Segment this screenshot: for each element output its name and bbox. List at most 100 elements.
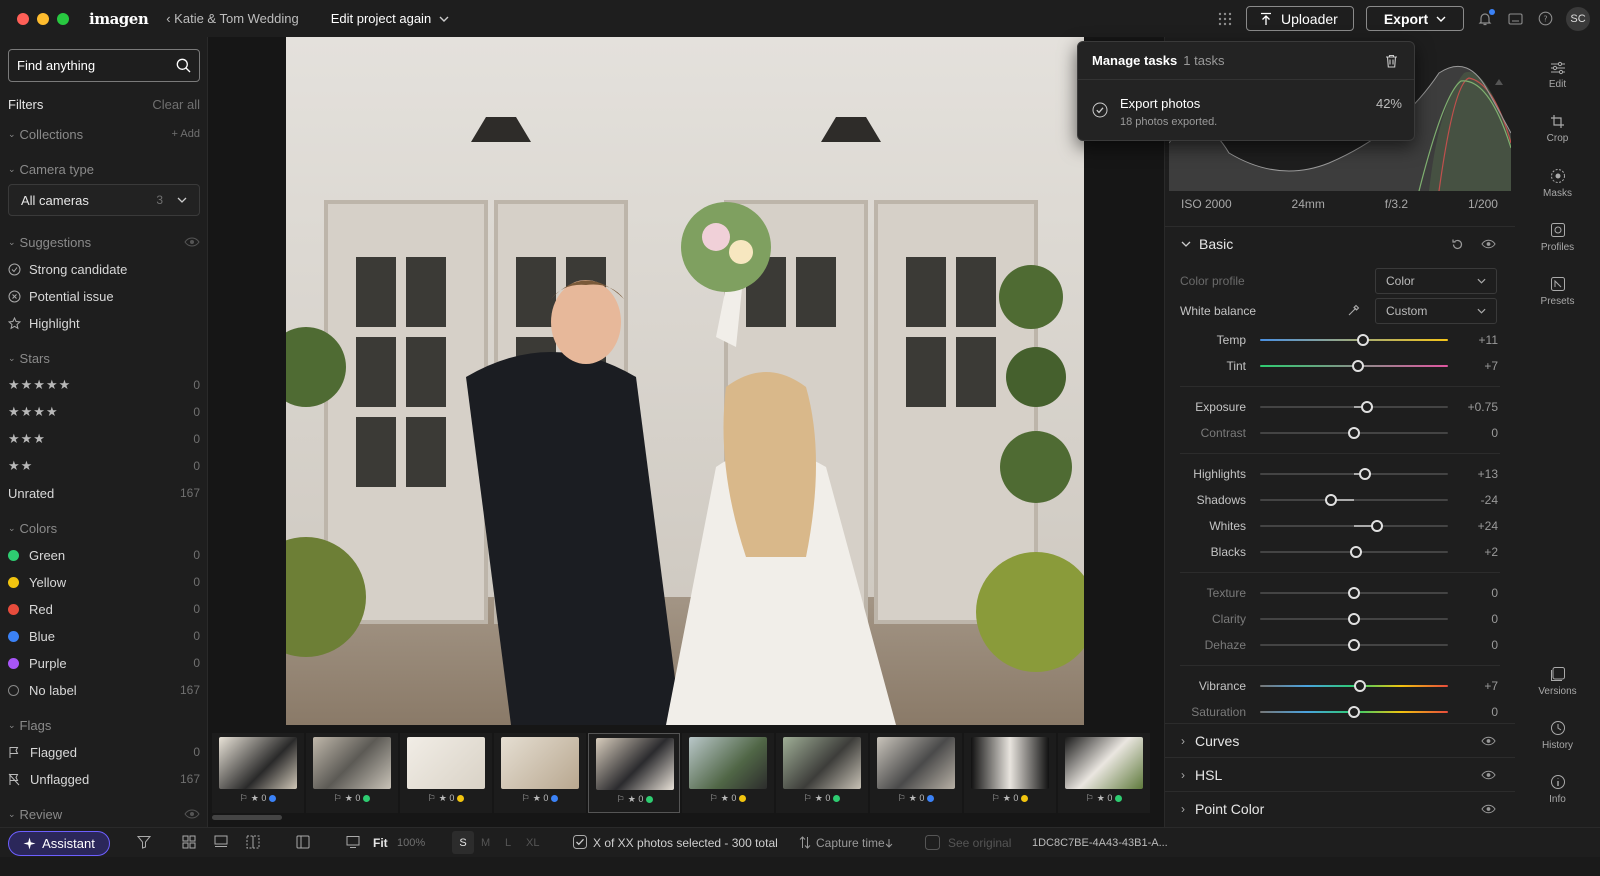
thumbnail[interactable]: ⚐ ★ 0	[306, 733, 398, 813]
slider-texture[interactable]: Texture 0	[1165, 581, 1515, 605]
slider-whites[interactable]: Whites +24	[1165, 514, 1515, 538]
slider-handle[interactable]	[1357, 334, 1370, 346]
color-filter-green[interactable]: Green 0	[0, 544, 207, 566]
slider-track[interactable]	[1260, 639, 1448, 651]
eye-icon[interactable]	[1481, 804, 1496, 814]
slider-contrast[interactable]: Contrast 0	[1165, 421, 1515, 445]
colors-section[interactable]: ⌄ Colors	[0, 517, 207, 539]
slider-handle[interactable]	[1349, 546, 1362, 558]
slider-track[interactable]	[1260, 520, 1448, 532]
sort-dropdown[interactable]: Capture time	[816, 836, 885, 850]
photo-viewer[interactable]	[208, 37, 1164, 733]
see-original-toggle[interactable]: See original	[948, 836, 1011, 850]
slider-clarity[interactable]: Clarity 0	[1165, 607, 1515, 631]
eye-icon[interactable]	[1481, 736, 1496, 746]
thumbnail[interactable]: ⚐ ★ 0	[776, 733, 868, 813]
tool-edit[interactable]: Edit	[1515, 51, 1600, 99]
slider-handle[interactable]	[1348, 587, 1360, 599]
eye-icon[interactable]	[184, 809, 200, 819]
checkbox-checked-icon[interactable]	[573, 835, 587, 849]
close-window-button[interactable]	[17, 12, 29, 25]
help-icon[interactable]: ?	[1536, 10, 1554, 28]
bell-icon[interactable]	[1476, 8, 1495, 28]
uploader-button[interactable]: Uploader	[1246, 6, 1354, 31]
slider-handle[interactable]	[1361, 401, 1374, 413]
zoom-level[interactable]: 100%	[397, 837, 425, 849]
breadcrumb-back[interactable]: ‹ Katie & Tom Wedding	[166, 11, 298, 26]
slider-track[interactable]	[1260, 706, 1448, 718]
eye-icon[interactable]	[1481, 239, 1496, 249]
slider-track[interactable]	[1260, 334, 1448, 346]
color-filter-yellow[interactable]: Yellow 0	[0, 571, 207, 593]
suggestions-section[interactable]: ⌄ Suggestions	[0, 231, 207, 253]
reset-icon[interactable]	[1451, 238, 1464, 251]
tool-versions[interactable]: Versions	[1515, 657, 1600, 705]
apps-grid-icon[interactable]	[1216, 10, 1234, 28]
slider-dehaze[interactable]: Dehaze 0	[1165, 633, 1515, 657]
flags-section[interactable]: ⌄ Flags	[0, 714, 207, 736]
slider-track[interactable]	[1260, 680, 1448, 692]
slider-temp[interactable]: Temp +11	[1165, 328, 1515, 352]
tool-masks[interactable]: Masks	[1515, 159, 1600, 207]
slider-track[interactable]	[1260, 360, 1448, 372]
slider-track[interactable]	[1260, 401, 1448, 413]
slider-handle[interactable]	[1353, 680, 1366, 692]
thumbnail[interactable]: ⚐ ★ 0	[682, 733, 774, 813]
slider-track[interactable]	[1260, 587, 1448, 599]
slider-handle[interactable]	[1348, 427, 1360, 439]
export-button[interactable]: Export	[1366, 6, 1464, 31]
tool-crop[interactable]: Crop	[1515, 105, 1600, 153]
slider-vibrance[interactable]: Vibrance +7	[1165, 674, 1515, 698]
slider-shadows[interactable]: Shadows -24	[1165, 488, 1515, 512]
slider-track[interactable]	[1260, 613, 1448, 625]
minimize-window-button[interactable]	[37, 12, 49, 25]
stars-filter-4[interactable]: ★★★★ 0	[0, 401, 207, 423]
thumbnail-size-s[interactable]: S	[452, 831, 474, 854]
slider-highlights[interactable]: Highlights +13	[1165, 462, 1515, 486]
slider-exposure[interactable]: Exposure +0.75	[1165, 395, 1515, 419]
main-photo[interactable]	[286, 37, 1084, 725]
sidebar-toggle-icon[interactable]	[296, 835, 310, 849]
slider-handle[interactable]	[1325, 494, 1338, 506]
point-color-panel-header[interactable]: › Point Color	[1165, 791, 1515, 825]
slider-track[interactable]	[1260, 427, 1448, 439]
trash-icon[interactable]	[1385, 54, 1398, 68]
color-filter-no-label[interactable]: No label 167	[0, 679, 207, 701]
filmstrip-view-icon[interactable]	[214, 835, 228, 849]
thumbnail[interactable]: ⚐ ★ 0	[212, 733, 304, 813]
slider-track[interactable]	[1260, 546, 1448, 558]
suggestion-potential-issue[interactable]: Potential issue	[0, 285, 207, 307]
slider-handle[interactable]	[1348, 706, 1360, 718]
assistant-button[interactable]: Assistant	[8, 831, 110, 856]
slider-handle[interactable]	[1348, 613, 1360, 625]
flag-filter-unflagged[interactable]: Unflagged 167	[0, 768, 207, 790]
project-menu[interactable]: Edit project again	[331, 11, 449, 26]
tool-history[interactable]: History	[1515, 711, 1600, 759]
thumbnail[interactable]: ⚐ ★ 0	[400, 733, 492, 813]
slider-tint[interactable]: Tint +7	[1165, 354, 1515, 378]
thumbnail-selected[interactable]: ⚐ ★ 0	[588, 733, 680, 813]
color-filter-purple[interactable]: Purple 0	[0, 652, 207, 674]
stars-filter-unrated[interactable]: Unrated 167	[0, 482, 207, 504]
compare-view-icon[interactable]	[246, 835, 260, 849]
eye-icon[interactable]	[184, 237, 200, 247]
filter-icon[interactable]	[137, 835, 151, 849]
stars-filter-5[interactable]: ★★★★★ 0	[0, 374, 207, 396]
suggestion-strong-candidate[interactable]: Strong candidate	[0, 258, 207, 280]
thumbnail[interactable]: ⚐ ★ 0	[1058, 733, 1150, 813]
tool-profiles[interactable]: Profiles	[1515, 213, 1600, 261]
slider-track[interactable]	[1260, 468, 1448, 480]
slider-handle[interactable]	[1370, 520, 1383, 532]
slider-track[interactable]	[1260, 494, 1448, 506]
thumbnail[interactable]: ⚐ ★ 0	[870, 733, 962, 813]
monitor-icon[interactable]	[346, 835, 360, 849]
stars-filter-2[interactable]: ★★ 0	[0, 455, 207, 477]
curves-panel-header[interactable]: › Curves	[1165, 723, 1515, 757]
thumbnail[interactable]: ⚐ ★ 0	[964, 733, 1056, 813]
thumbnail-size-l[interactable]: L	[505, 837, 511, 849]
thumbnail-size-xl[interactable]: XL	[526, 837, 539, 849]
flag-filter-flagged[interactable]: Flagged 0	[0, 741, 207, 763]
thumbnail-size-m[interactable]: M	[481, 837, 490, 849]
zoom-window-button[interactable]	[57, 12, 69, 25]
eyedropper-icon[interactable]	[1347, 304, 1360, 317]
